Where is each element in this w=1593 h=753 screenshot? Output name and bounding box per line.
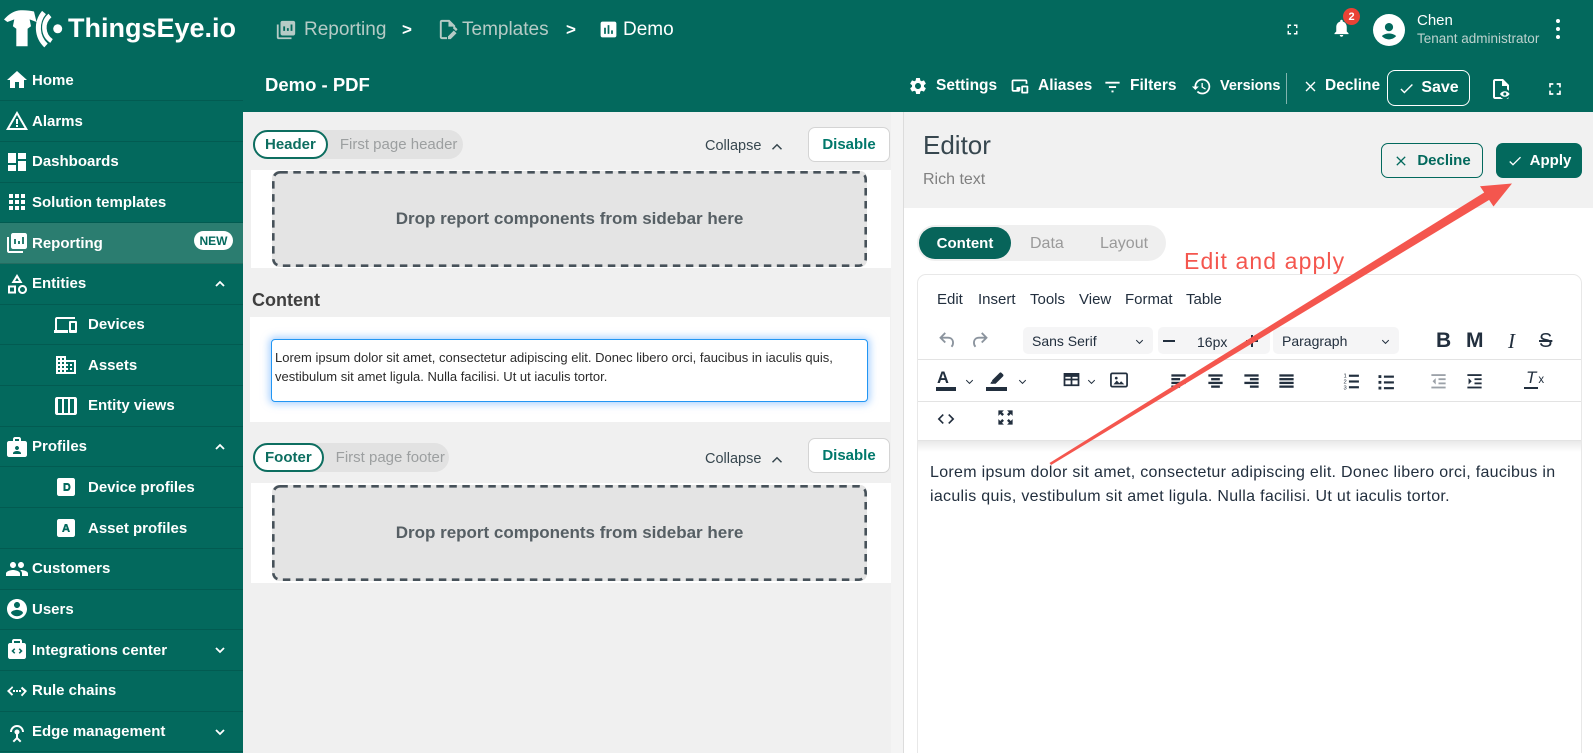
svg-text:3: 3 [1344, 385, 1347, 391]
